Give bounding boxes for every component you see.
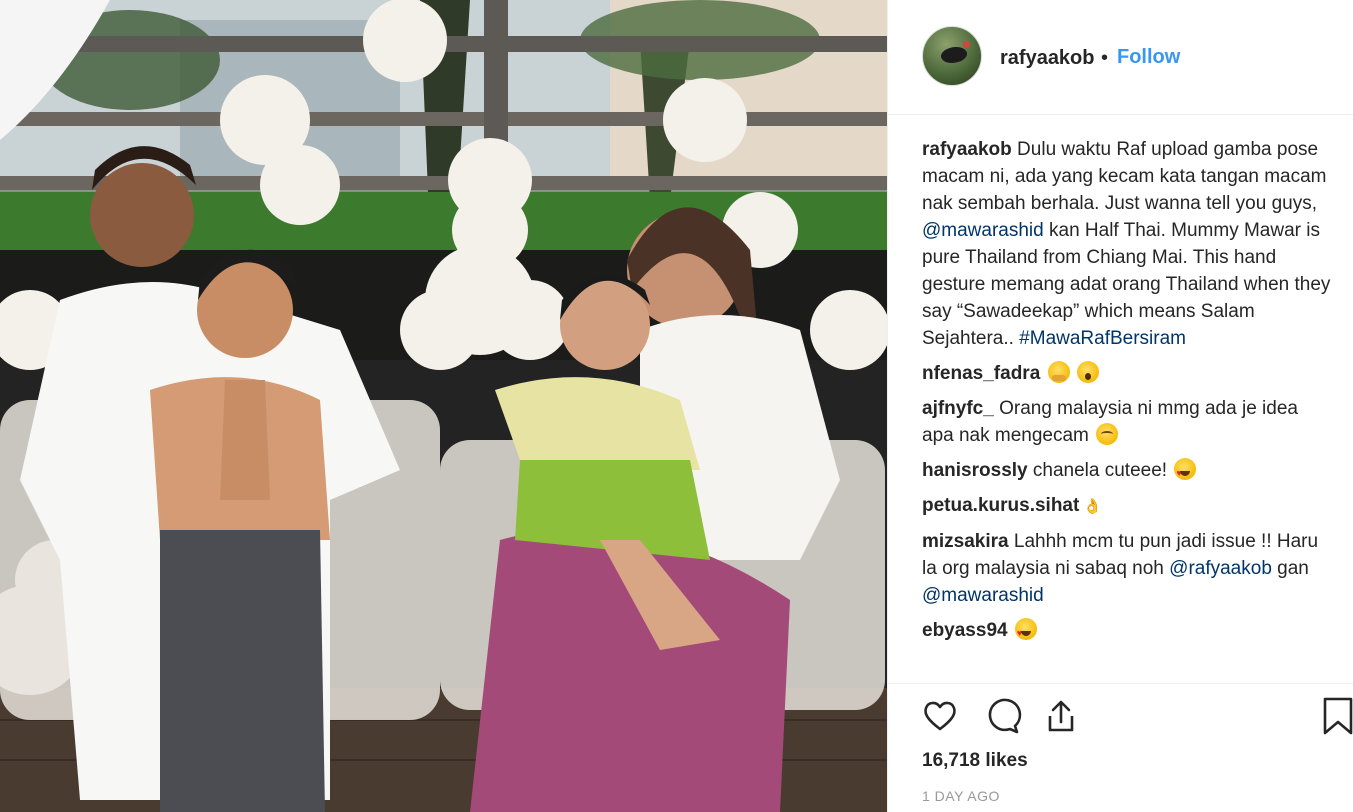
comment-username[interactable]: hanisrossly bbox=[922, 460, 1028, 481]
comment-text: chanela cuteee! bbox=[1027, 460, 1173, 481]
comments-list: rafyaakob Dulu waktu Raf upload gamba po… bbox=[922, 136, 1332, 652]
caption-mention[interactable]: @mawarashid bbox=[922, 220, 1044, 241]
comment-username[interactable]: ebyass94 bbox=[922, 620, 1008, 641]
family-photo-illustration bbox=[0, 0, 887, 812]
bookmark-icon[interactable] bbox=[1318, 696, 1353, 736]
comment-item: ebyass94 bbox=[922, 617, 1332, 647]
relieved-face-emoji bbox=[1096, 423, 1119, 445]
comment-username[interactable]: petua.kurus.sihat bbox=[922, 495, 1079, 516]
heart-outline-icon[interactable] bbox=[920, 696, 960, 736]
post-header: rafyaakob • Follow bbox=[888, 0, 1353, 115]
comment-username[interactable]: nfenas_fadra bbox=[922, 363, 1040, 384]
caption-username[interactable]: rafyaakob bbox=[922, 139, 1012, 160]
caption: rafyaakob Dulu waktu Raf upload gamba po… bbox=[922, 136, 1332, 352]
comment-username[interactable]: ajfnyfc_ bbox=[922, 398, 994, 419]
comment-bubble-icon[interactable] bbox=[982, 696, 1022, 736]
hugging-face-emoji bbox=[1047, 361, 1070, 383]
post-side-panel: rafyaakob • Follow rafyaakob Dulu waktu … bbox=[887, 0, 1353, 812]
astonished-face-emoji bbox=[1076, 361, 1099, 383]
post-photo[interactable] bbox=[0, 0, 887, 812]
separator-dot: • bbox=[1101, 47, 1109, 69]
comment-item: petua.kurus.sihat 👌 bbox=[922, 492, 1332, 520]
follow-button[interactable]: Follow bbox=[1117, 46, 1180, 69]
comment-item: nfenas_fadra bbox=[922, 360, 1332, 387]
post-author-username[interactable]: rafyaakob bbox=[1000, 47, 1095, 70]
comment-text bbox=[1008, 620, 1013, 641]
comment-text: gan bbox=[1271, 558, 1309, 579]
heart-eyes-emoji bbox=[1174, 458, 1197, 487]
post-timestamp[interactable]: 1 DAY AGO bbox=[922, 788, 1000, 804]
actions-divider bbox=[888, 683, 1353, 684]
avatar[interactable] bbox=[922, 26, 982, 86]
comment-mention[interactable]: @mawarashid bbox=[922, 585, 1044, 606]
comment-item: ajfnyfc_ Orang malaysia ni mmg ada je id… bbox=[922, 395, 1332, 449]
share-upload-icon[interactable] bbox=[1041, 696, 1081, 736]
comment-mention[interactable]: @rafyaakob bbox=[1169, 558, 1272, 579]
heart-eyes-emoji bbox=[1014, 618, 1037, 647]
caption-hashtag[interactable]: #MawaRafBersiram bbox=[1019, 328, 1186, 349]
comment-item: hanisrossly chanela cuteee! bbox=[922, 457, 1332, 487]
comment-username[interactable]: mizsakira bbox=[922, 531, 1009, 552]
comment-item: mizsakira Lahhh mcm tu pun jadi issue !!… bbox=[922, 528, 1332, 609]
like-count[interactable]: 16,718 likes bbox=[922, 750, 1028, 772]
ok-hand-emoji: 👌 bbox=[1083, 498, 1103, 515]
